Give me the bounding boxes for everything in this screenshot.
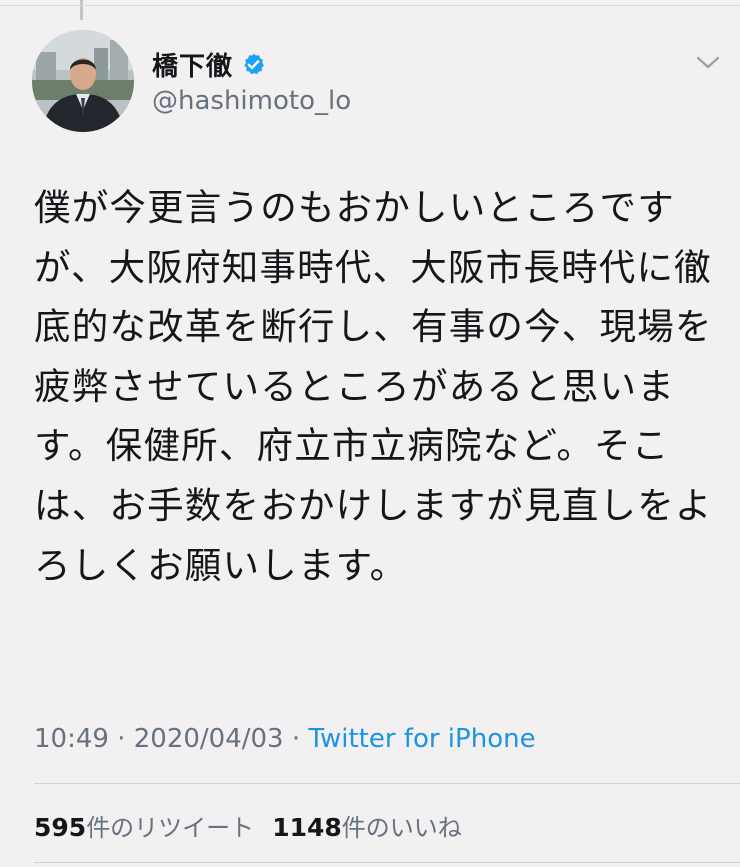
tweet-time[interactable]: 10:49 — [34, 724, 109, 754]
stats-bottom-divider — [34, 862, 740, 863]
retweet-count: 595 — [34, 813, 87, 842]
like-stat[interactable]: 1148件のいいね — [272, 813, 462, 842]
tweet-source-link[interactable]: Twitter for iPhone — [308, 724, 535, 754]
retweet-label: 件のリツイート — [86, 814, 255, 842]
tweet-text: 僕が今更言うのもおかしいところですが、大阪府知事時代、大阪市長時代に徹底的な改革… — [34, 186, 713, 587]
author-handle[interactable]: @hashimoto_lo — [152, 86, 351, 116]
chevron-down-icon[interactable] — [696, 52, 720, 74]
thread-connector-line — [80, 0, 83, 20]
top-divider — [0, 5, 740, 6]
avatar[interactable] — [32, 30, 134, 132]
retweet-stat[interactable]: 595件のリツイート — [34, 813, 255, 842]
engagement-stats: 595件のリツイート 1148件のいいね — [34, 808, 462, 843]
meta-separator: · — [283, 724, 309, 754]
author-name[interactable]: 橋下徹 — [152, 46, 233, 83]
meta-separator: · — [108, 724, 134, 754]
author-name-row[interactable]: 橋下徹 — [152, 46, 266, 83]
tweet-date[interactable]: 2020/04/03 — [134, 724, 284, 754]
avatar-photo — [32, 30, 134, 132]
verified-badge-icon — [241, 52, 266, 77]
like-count: 1148 — [272, 813, 342, 842]
like-label: 件のいいね — [341, 814, 462, 842]
tweet-meta: 10:49 · 2020/04/03 · Twitter for iPhone — [34, 724, 536, 754]
stats-top-divider — [34, 783, 740, 784]
